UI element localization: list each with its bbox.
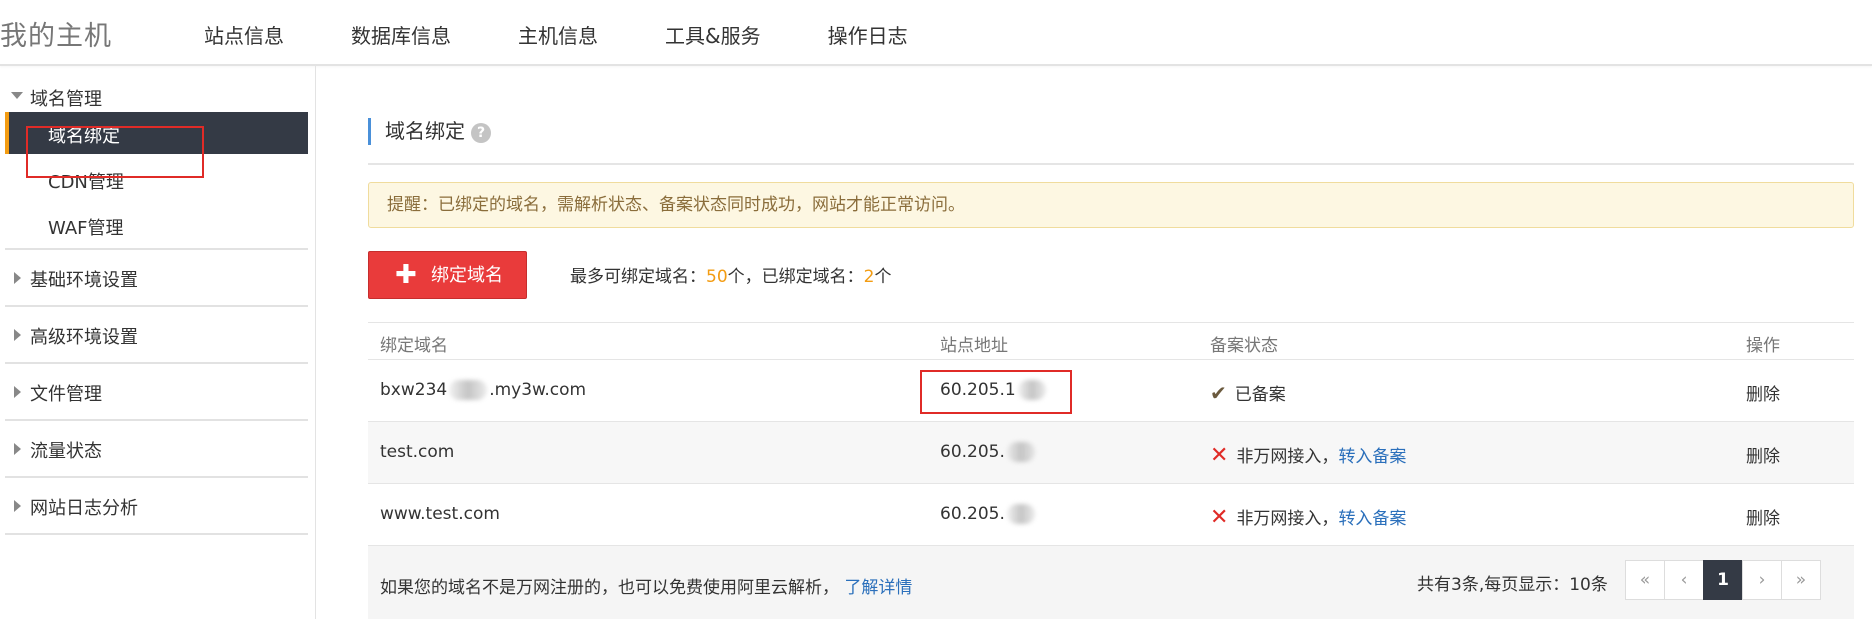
redacted-blur [449, 380, 488, 400]
nav-host-info[interactable]: 主机信息 [518, 20, 598, 49]
table-row: bxw234 .my3w.com 60.205.1 ✔ 已备案 删除 [368, 360, 1854, 422]
transfer-icp-link[interactable]: 转入备案 [1338, 509, 1406, 529]
first-page-button[interactable]: « [1625, 560, 1665, 600]
page-1-button[interactable]: 1 [1703, 560, 1743, 600]
summary-max-label: 最多可绑定域名： [570, 267, 706, 287]
summary-bound-label: 个，已绑定域名： [727, 267, 864, 287]
ip-cell: 60.205. [940, 504, 1037, 524]
page-title-text: 域名绑定 [385, 119, 465, 143]
plus-icon: ✚ [395, 260, 417, 290]
status-cell: ✕ 非万网接入，转入备案 [1210, 442, 1406, 468]
domain-cell: bxw234 .my3w.com [380, 380, 586, 400]
delete-link[interactable]: 删除 [1746, 504, 1780, 529]
pagination: « ‹ 1 › » [1625, 560, 1821, 600]
top-bar: 我的主机 站点信息 数据库信息 主机信息 工具&服务 操作日志 [0, 0, 1872, 66]
sidebar-item-label: WAF管理 [48, 218, 124, 239]
ip-text: 60.205. [940, 442, 1005, 462]
summary-bound-unit: 个 [874, 267, 892, 287]
highlight-box [920, 370, 1072, 414]
footer-tip-text: 如果您的域名不是万网注册的，也可以免费使用阿里云解析， [380, 578, 839, 598]
sidebar-group-label: 网站日志分析 [30, 498, 138, 519]
bind-domain-button[interactable]: ✚ 绑定域名 [368, 251, 527, 299]
sidebar-group-log-analysis[interactable]: 网站日志分析 [5, 478, 308, 535]
sidebar-item-waf[interactable]: WAF管理 [5, 204, 308, 246]
column-header-domain: 绑定域名 [380, 336, 448, 356]
divider [368, 163, 1854, 165]
nav-site-info[interactable]: 站点信息 [204, 20, 284, 49]
caret-right-icon [14, 443, 21, 455]
delete-link[interactable]: 删除 [1746, 442, 1780, 467]
summary-bound-value: 2 [863, 267, 875, 287]
notice-banner: 提醒：已绑定的域名，需解析状态、备案状态同时成功，网站才能正常访问。 [368, 182, 1854, 228]
caret-right-icon [14, 329, 21, 341]
caret-right-icon [14, 500, 21, 512]
caret-right-icon [14, 386, 21, 398]
column-header-action: 操作 [1746, 336, 1780, 356]
redacted-blur [1006, 442, 1035, 462]
delete-link[interactable]: 删除 [1746, 380, 1780, 405]
sidebar-group-domain[interactable]: 域名管理 [5, 76, 308, 115]
domain-summary: 最多可绑定域名：50个，已绑定域名：2个 [570, 262, 891, 287]
sidebar-group-label: 高级环境设置 [30, 327, 138, 348]
footer-tip: 如果您的域名不是万网注册的，也可以免费使用阿里云解析， 了解详情 [380, 573, 912, 598]
caret-right-icon [14, 272, 21, 284]
check-icon: ✔ [1210, 381, 1227, 405]
domain-cell: test.com [380, 442, 455, 462]
redacted-blur [1006, 504, 1035, 524]
sidebar-group-label: 基础环境设置 [30, 270, 138, 291]
status-text: 非万网接入， [1236, 509, 1339, 529]
column-header-icp-status: 备案状态 [1210, 336, 1278, 356]
table-row: www.test.com 60.205. ✕ 非万网接入，转入备案 删除 [368, 484, 1854, 546]
highlight-box [26, 126, 204, 178]
top-nav: 站点信息 数据库信息 主机信息 工具&服务 操作日志 [204, 20, 975, 49]
sidebar-group-label: 域名管理 [30, 89, 102, 110]
bind-domain-label: 绑定域名 [431, 265, 503, 286]
nav-tools-services[interactable]: 工具&服务 [665, 20, 761, 49]
brand-title: 我的主机 [0, 21, 112, 52]
table-footer: 如果您的域名不是万网注册的，也可以免费使用阿里云解析， 了解详情 共有3条,每页… [368, 546, 1854, 619]
record-count: 共有3条,每页显示：10条 [1417, 575, 1608, 595]
nav-database-info[interactable]: 数据库信息 [351, 20, 451, 49]
sidebar-group-traffic[interactable]: 流量状态 [5, 421, 308, 478]
last-page-button[interactable]: » [1781, 560, 1821, 600]
sidebar-group-basic-env[interactable]: 基础环境设置 [5, 250, 308, 307]
sidebar-group-label: 流量状态 [30, 441, 102, 462]
next-page-button[interactable]: › [1742, 560, 1782, 600]
column-header-site-address: 站点地址 [940, 336, 1008, 356]
table-row: test.com 60.205. ✕ 非万网接入，转入备案 删除 [368, 422, 1854, 484]
status-cell: ✔ 已备案 [1210, 380, 1286, 405]
ip-text: 60.205. [940, 504, 1005, 524]
sidebar-group-files[interactable]: 文件管理 [5, 364, 308, 421]
cross-icon: ✕ [1210, 505, 1229, 530]
domain-text: bxw234 [380, 380, 448, 400]
domain-text: .my3w.com [489, 380, 587, 400]
prev-page-button[interactable]: ‹ [1664, 560, 1704, 600]
transfer-icp-link[interactable]: 转入备案 [1338, 447, 1406, 467]
ip-cell: 60.205. [940, 442, 1037, 462]
sidebar-group-advanced-env[interactable]: 高级环境设置 [5, 307, 308, 364]
domain-cell: www.test.com [380, 504, 500, 524]
status-text: 已备案 [1234, 385, 1286, 405]
caret-down-icon [11, 92, 23, 99]
domain-table: 绑定域名 站点地址 备案状态 操作 bxw234 .my3w.com 60.205… [368, 322, 1854, 619]
nav-operation-log[interactable]: 操作日志 [828, 20, 908, 49]
status-text: 非万网接入， [1236, 447, 1339, 467]
learn-more-link[interactable]: 了解详情 [844, 578, 912, 598]
cross-icon: ✕ [1210, 443, 1229, 468]
sidebar-group-label: 文件管理 [30, 384, 102, 405]
help-icon[interactable]: ? [471, 122, 491, 143]
table-header: 绑定域名 站点地址 备案状态 操作 [368, 322, 1854, 360]
status-cell: ✕ 非万网接入，转入备案 [1210, 504, 1406, 530]
page-title: 域名绑定? [368, 118, 491, 145]
summary-max-value: 50 [706, 267, 728, 287]
